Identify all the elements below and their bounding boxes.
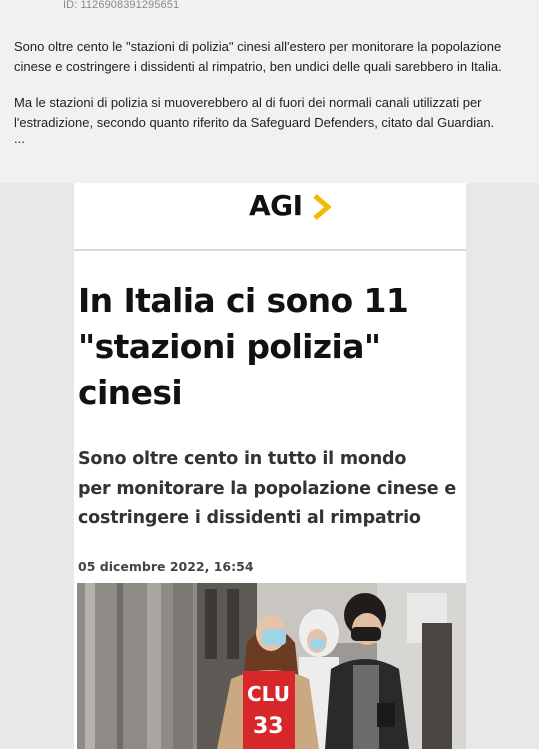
avatar[interactable] bbox=[14, 0, 48, 6]
article-image[interactable]: AGI In Italia ci sono 11 "stazioni poliz… bbox=[74, 183, 466, 749]
chevron-right-icon bbox=[313, 194, 331, 220]
post-paragraph: Sono oltre cento le "stazioni di polizia… bbox=[14, 39, 502, 74]
subtitle-line: Sono oltre cento in tutto il mondo bbox=[78, 449, 407, 469]
flag-avatar-icon bbox=[14, 0, 48, 6]
article-headline: In Italia ci sono 11 "stazioni polizia" … bbox=[78, 278, 463, 416]
headline-line: cinesi bbox=[78, 373, 183, 412]
subtitle-line: costringere i dissidenti al rimpatrio bbox=[78, 508, 421, 528]
street-photo: CLU 33 bbox=[77, 583, 466, 749]
subtitle-line: per monitorare la popolazione cinese e bbox=[78, 478, 457, 499]
article-header: AGI bbox=[74, 183, 466, 251]
post-ellipsis[interactable]: ... bbox=[14, 132, 534, 146]
article-photo: CLU 33 bbox=[77, 583, 466, 749]
post-text: Sono oltre cento le "stazioni di polizia… bbox=[14, 37, 534, 146]
headline-line: "stazioni polizia" bbox=[78, 327, 381, 366]
shirt-number: 33 bbox=[253, 714, 284, 739]
headline-line: In Italia ci sono 11 bbox=[78, 281, 409, 320]
post-card: ID: 1126908391295651 Sono oltre cento le… bbox=[0, 0, 539, 183]
agi-logo: AGI bbox=[249, 189, 303, 222]
article-date: 05 dicembre 2022, 16:54 bbox=[78, 559, 254, 574]
post-paragraph: Ma le stazioni di polizia si muoverebber… bbox=[14, 95, 495, 130]
article-subtitle: Sono oltre cento in tutto il mondo per m… bbox=[78, 445, 463, 534]
shirt-text: CLU bbox=[247, 682, 290, 706]
post-id: ID: 1126908391295651 bbox=[63, 0, 180, 11]
